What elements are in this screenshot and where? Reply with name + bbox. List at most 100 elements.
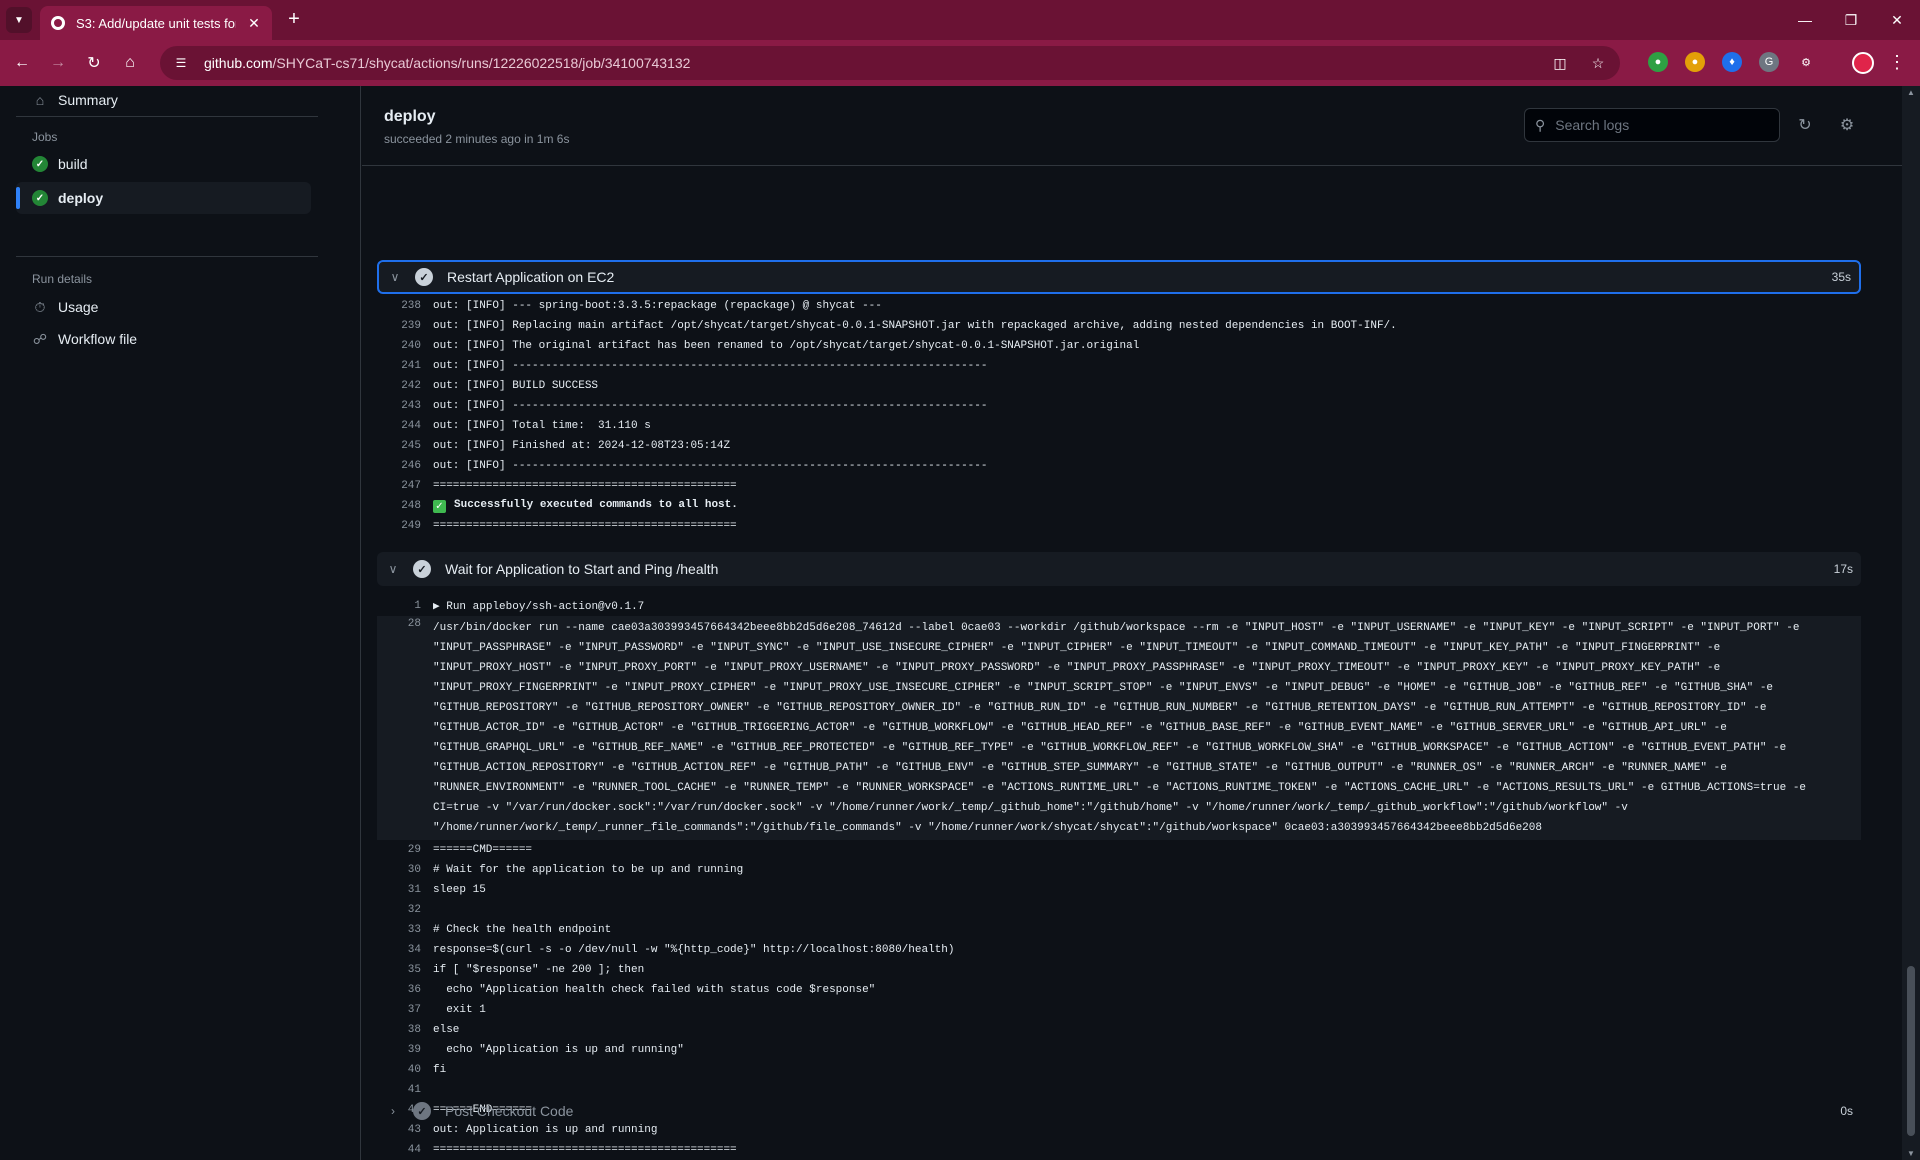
- log-line[interactable]: 241 out: [INFO] -------------------------…: [377, 356, 1861, 376]
- log-line[interactable]: 242 out: [INFO] BUILD SUCCESS: [377, 376, 1861, 396]
- line-number[interactable]: 30: [377, 864, 421, 876]
- tab-search-button[interactable]: ▼: [6, 7, 32, 33]
- search-logs-box[interactable]: ⚲: [1524, 108, 1780, 142]
- log-line[interactable]: 244 out: [INFO] Total time: 31.110 s: [377, 416, 1861, 436]
- step-wait-health[interactable]: ∨ ✓ Wait for Application to Start and Pi…: [377, 552, 1861, 586]
- extension-blue-icon[interactable]: ♦: [1722, 52, 1742, 72]
- log-line[interactable]: 37 exit 1: [377, 1000, 1861, 1020]
- line-number[interactable]: 38: [377, 1024, 421, 1036]
- log-line[interactable]: 243 out: [INFO] -------------------------…: [377, 396, 1861, 416]
- line-number[interactable]: 246: [377, 460, 421, 472]
- extension-green-icon[interactable]: ●: [1648, 52, 1668, 72]
- log-line[interactable]: 33 # Check the health endpoint: [377, 920, 1861, 940]
- line-number[interactable]: 28: [377, 618, 421, 630]
- line-number[interactable]: 247: [377, 480, 421, 492]
- log-text-content: ======CMD======: [433, 844, 533, 856]
- extension-orange-icon[interactable]: ●: [1685, 52, 1705, 72]
- browser-menu-icon[interactable]: ⋮: [1886, 52, 1908, 74]
- profile-avatar[interactable]: [1852, 52, 1874, 74]
- log-line[interactable]: 246 out: [INFO] -------------------------…: [377, 456, 1861, 476]
- line-number[interactable]: 248: [377, 500, 421, 512]
- line-number[interactable]: 238: [377, 300, 421, 312]
- line-number[interactable]: 32: [377, 904, 421, 916]
- minimize-icon[interactable]: —: [1782, 0, 1828, 40]
- step-post-checkout[interactable]: › ✓ Post Checkout Code 0s: [377, 1094, 1861, 1128]
- sidebar-divider: [16, 116, 318, 117]
- tab-close-icon[interactable]: ✕: [246, 15, 262, 32]
- sidebar-item-usage[interactable]: ⏱ Usage: [16, 291, 311, 323]
- line-number[interactable]: 36: [377, 984, 421, 996]
- line-number[interactable]: 33: [377, 924, 421, 936]
- line-number[interactable]: 39: [377, 1044, 421, 1056]
- log-line[interactable]: 249 =====================================…: [377, 516, 1861, 536]
- home-icon[interactable]: ⌂: [118, 51, 142, 75]
- line-number[interactable]: 243: [377, 400, 421, 412]
- line-number[interactable]: 239: [377, 320, 421, 332]
- log-line[interactable]: 34 response=$(curl -s -o /dev/null -w "%{…: [377, 940, 1861, 960]
- line-number[interactable]: 31: [377, 884, 421, 896]
- log-line[interactable]: 29 ======CMD======: [377, 840, 1861, 860]
- browser-tab-active[interactable]: S3: Add/update unit tests for H ✕: [40, 6, 272, 40]
- extensions-bar: ● ● ♦ G ⚙: [1648, 52, 1816, 72]
- refresh-icon[interactable]: ↻: [1794, 114, 1816, 136]
- extensions-puzzle-icon[interactable]: ⚙: [1796, 52, 1816, 72]
- log-line[interactable]: 36 echo "Application health check failed…: [377, 980, 1861, 1000]
- line-number[interactable]: 240: [377, 340, 421, 352]
- line-number[interactable]: 44: [377, 1144, 421, 1156]
- log-text-content: exit 1: [433, 1004, 486, 1016]
- line-number[interactable]: 35: [377, 964, 421, 976]
- line-number[interactable]: 245: [377, 440, 421, 452]
- page-scrollbar[interactable]: ▲ ▼: [1902, 86, 1920, 1160]
- line-number[interactable]: 249: [377, 520, 421, 532]
- step-restart-application[interactable]: ∨ ✓ Restart Application on EC2 35s: [377, 260, 1861, 294]
- log-text: out: [INFO] Total time: 31.110 s: [433, 420, 651, 432]
- log-line[interactable]: 35 if [ "$response" -ne 200 ]; then: [377, 960, 1861, 980]
- line-number[interactable]: 1: [377, 600, 421, 612]
- site-info-icon[interactable]: ☰: [172, 54, 190, 72]
- log-line[interactable]: 248 ✓ Successfully executed commands to al…: [377, 496, 1861, 516]
- log-line[interactable]: 247 =====================================…: [377, 476, 1861, 496]
- install-app-icon[interactable]: ◫: [1550, 53, 1570, 73]
- sidebar-item-deploy[interactable]: ✓ deploy: [16, 182, 311, 214]
- log-line[interactable]: 240 out: [INFO] The original artifact has…: [377, 336, 1861, 356]
- scroll-up-icon[interactable]: ▲: [1906, 88, 1916, 97]
- back-arrow-icon[interactable]: ←: [10, 51, 34, 75]
- scrollbar-thumb[interactable]: [1907, 966, 1915, 1136]
- log-line[interactable]: 239 out: [INFO] Replacing main artifact /…: [377, 316, 1861, 336]
- caret-right-icon[interactable]: ▶: [433, 601, 446, 613]
- sidebar-item-workflow-file[interactable]: ☍ Workflow file: [16, 323, 311, 355]
- restore-icon[interactable]: ❐: [1828, 0, 1874, 40]
- line-number[interactable]: 40: [377, 1064, 421, 1076]
- new-tab-button[interactable]: +: [282, 8, 306, 32]
- scroll-down-icon[interactable]: ▼: [1906, 1149, 1916, 1158]
- log-line-docker[interactable]: 28 /usr/bin/docker run --name cae03a3039…: [377, 616, 1861, 840]
- log-text-content: fi: [433, 1064, 447, 1076]
- address-bar[interactable]: ☰ github.com/SHYCaT-cs71/shycat/actions/…: [160, 46, 1620, 80]
- sidebar-item-summary[interactable]: ⌂ Summary: [16, 84, 311, 116]
- log-line[interactable]: 32: [377, 900, 1861, 920]
- log-line[interactable]: 39 echo "Application is up and running": [377, 1040, 1861, 1060]
- line-number[interactable]: 242: [377, 380, 421, 392]
- log-line[interactable]: 30 # Wait for the application to be up an…: [377, 860, 1861, 880]
- line-number[interactable]: 37: [377, 1004, 421, 1016]
- log-line[interactable]: 31 sleep 15: [377, 880, 1861, 900]
- log-line[interactable]: 238 out: [INFO] --- spring-boot:3.3.5:rep…: [377, 296, 1861, 316]
- line-number[interactable]: 29: [377, 844, 421, 856]
- reload-icon[interactable]: ↻: [82, 51, 106, 75]
- success-check-icon: ✓: [413, 1102, 431, 1120]
- search-logs-input[interactable]: [1555, 117, 1756, 133]
- log-line[interactable]: 44 ======================================…: [377, 1140, 1861, 1160]
- line-number[interactable]: 244: [377, 420, 421, 432]
- extension-grammarly-icon[interactable]: G: [1759, 52, 1779, 72]
- gear-icon[interactable]: ⚙: [1836, 114, 1858, 136]
- log-line[interactable]: 40 fi: [377, 1060, 1861, 1080]
- bookmark-star-icon[interactable]: ☆: [1588, 53, 1608, 73]
- log-line[interactable]: 245 out: [INFO] Finished at: 2024-12-08T2…: [377, 436, 1861, 456]
- log-line[interactable]: 38 else: [377, 1020, 1861, 1040]
- forward-arrow-icon[interactable]: →: [46, 51, 70, 75]
- close-window-icon[interactable]: ✕: [1874, 0, 1920, 40]
- line-number[interactable]: 34: [377, 944, 421, 956]
- line-number[interactable]: 241: [377, 360, 421, 372]
- log-line[interactable]: 1 ▶ Run appleboy/ssh-action@v0.1.7: [377, 596, 1861, 616]
- sidebar-item-build[interactable]: ✓ build: [16, 148, 311, 180]
